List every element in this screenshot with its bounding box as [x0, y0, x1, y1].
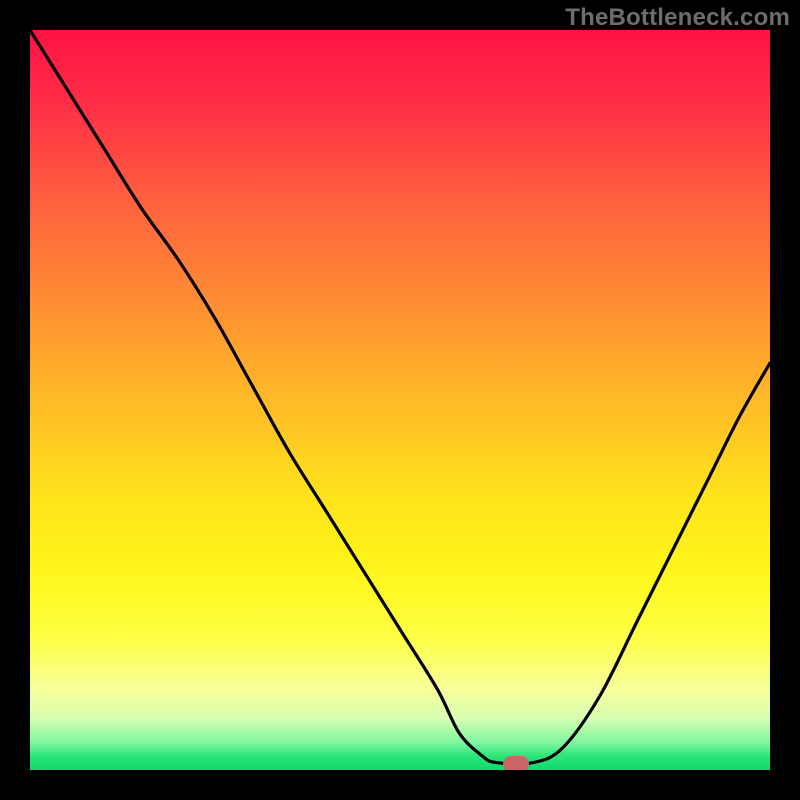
watermark-text: TheBottleneck.com — [565, 4, 790, 32]
plot-area — [30, 30, 770, 770]
chart-frame: TheBottleneck.com — [0, 0, 800, 800]
bottleneck-curve — [30, 30, 770, 770]
optimal-marker — [503, 756, 529, 770]
